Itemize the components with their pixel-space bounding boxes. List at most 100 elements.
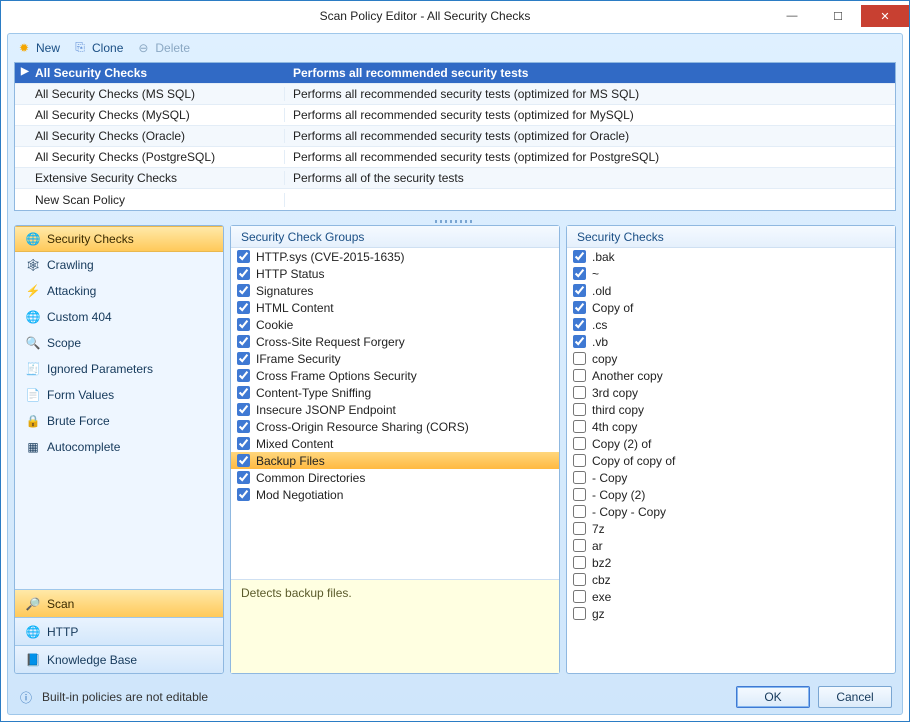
sidebar-item[interactable]: 🌐Security Checks [15,226,223,252]
delete-button[interactable]: ⊖ Delete [135,40,190,56]
group-checkbox[interactable] [237,369,250,382]
maximize-button[interactable]: ☐ [815,5,861,27]
check-checkbox[interactable] [573,437,586,450]
check-checkbox[interactable] [573,505,586,518]
group-item[interactable]: Backup Files [231,452,559,469]
check-checkbox[interactable] [573,386,586,399]
check-checkbox[interactable] [573,573,586,586]
policy-row[interactable]: Extensive Security ChecksPerforms all of… [15,168,895,189]
clone-button[interactable]: ⎘ Clone [72,40,123,56]
check-checkbox[interactable] [573,335,586,348]
check-checkbox[interactable] [573,250,586,263]
check-item[interactable]: cbz [567,571,895,588]
check-item[interactable]: Copy of [567,299,895,316]
sidebar-section[interactable]: 🔎Scan [15,589,223,617]
check-item[interactable]: copy [567,350,895,367]
policy-row[interactable]: New Scan Policy [15,189,895,210]
sidebar-section[interactable]: 🌐HTTP [15,617,223,645]
check-item[interactable]: .bak [567,248,895,265]
checks-list[interactable]: .bak~.oldCopy of.cs.vbcopyAnother copy3r… [567,248,895,673]
group-item[interactable]: HTTP.sys (CVE-2015-1635) [231,248,559,265]
policy-row[interactable]: ▶All Security ChecksPerforms all recomme… [15,63,895,84]
policy-row[interactable]: All Security Checks (MySQL)Performs all … [15,105,895,126]
check-checkbox[interactable] [573,590,586,603]
policy-row[interactable]: All Security Checks (Oracle)Performs all… [15,126,895,147]
group-checkbox[interactable] [237,301,250,314]
check-checkbox[interactable] [573,267,586,280]
group-checkbox[interactable] [237,284,250,297]
check-checkbox[interactable] [573,556,586,569]
cancel-button[interactable]: Cancel [818,686,892,708]
group-item[interactable]: HTTP Status [231,265,559,282]
group-checkbox[interactable] [237,267,250,280]
policy-grid[interactable]: ▶All Security ChecksPerforms all recomme… [14,62,896,211]
group-checkbox[interactable] [237,437,250,450]
sidebar-item[interactable]: ⚡Attacking [15,278,223,304]
check-item[interactable]: - Copy [567,469,895,486]
sidebar-item[interactable]: 🧾Ignored Parameters [15,356,223,382]
close-button[interactable]: ✕ [861,5,909,27]
check-checkbox[interactable] [573,607,586,620]
group-item[interactable]: Cross-Site Request Forgery [231,333,559,350]
check-checkbox[interactable] [573,471,586,484]
group-item[interactable]: Mod Negotiation [231,486,559,503]
check-item[interactable]: - Copy (2) [567,486,895,503]
check-checkbox[interactable] [573,369,586,382]
check-item[interactable]: ~ [567,265,895,282]
check-item[interactable]: gz [567,605,895,622]
check-item[interactable]: Copy of copy of [567,452,895,469]
group-item[interactable]: Cross Frame Options Security [231,367,559,384]
group-item[interactable]: Insecure JSONP Endpoint [231,401,559,418]
policy-row[interactable]: All Security Checks (MS SQL)Performs all… [15,84,895,105]
check-item[interactable]: Another copy [567,367,895,384]
group-checkbox[interactable] [237,403,250,416]
group-checkbox[interactable] [237,420,250,433]
check-checkbox[interactable] [573,420,586,433]
sidebar-item[interactable]: 🔍Scope [15,330,223,356]
groups-list[interactable]: HTTP.sys (CVE-2015-1635)HTTP StatusSigna… [231,248,559,579]
check-item[interactable]: 4th copy [567,418,895,435]
check-item[interactable]: third copy [567,401,895,418]
sidebar-item[interactable]: 🔒Brute Force [15,408,223,434]
check-item[interactable]: .old [567,282,895,299]
check-item[interactable]: bz2 [567,554,895,571]
check-checkbox[interactable] [573,454,586,467]
sidebar-item[interactable]: ▦Autocomplete [15,434,223,460]
check-item[interactable]: 3rd copy [567,384,895,401]
check-item[interactable]: - Copy - Copy [567,503,895,520]
splitter[interactable] [8,217,902,225]
check-checkbox[interactable] [573,522,586,535]
group-item[interactable]: Mixed Content [231,435,559,452]
check-item[interactable]: Copy (2) of [567,435,895,452]
check-checkbox[interactable] [573,352,586,365]
group-item[interactable]: Common Directories [231,469,559,486]
group-checkbox[interactable] [237,318,250,331]
group-item[interactable]: Signatures [231,282,559,299]
group-item[interactable]: HTML Content [231,299,559,316]
group-checkbox[interactable] [237,454,250,467]
sidebar-item[interactable]: 📄Form Values [15,382,223,408]
group-checkbox[interactable] [237,471,250,484]
check-checkbox[interactable] [573,488,586,501]
group-checkbox[interactable] [237,335,250,348]
group-checkbox[interactable] [237,488,250,501]
check-checkbox[interactable] [573,284,586,297]
sidebar-section[interactable]: 📘Knowledge Base [15,645,223,673]
check-checkbox[interactable] [573,301,586,314]
check-checkbox[interactable] [573,403,586,416]
check-checkbox[interactable] [573,539,586,552]
check-item[interactable]: exe [567,588,895,605]
sidebar-item[interactable]: 🕸Crawling [15,252,223,278]
group-item[interactable]: Cookie [231,316,559,333]
new-button[interactable]: ✹ New [16,40,60,56]
check-item[interactable]: .cs [567,316,895,333]
check-item[interactable]: ar [567,537,895,554]
group-item[interactable]: Content-Type Sniffing [231,384,559,401]
group-checkbox[interactable] [237,352,250,365]
group-item[interactable]: IFrame Security [231,350,559,367]
sidebar-item[interactable]: 🌐Custom 404 [15,304,223,330]
ok-button[interactable]: OK [736,686,810,708]
check-item[interactable]: .vb [567,333,895,350]
check-checkbox[interactable] [573,318,586,331]
policy-row[interactable]: All Security Checks (PostgreSQL)Performs… [15,147,895,168]
